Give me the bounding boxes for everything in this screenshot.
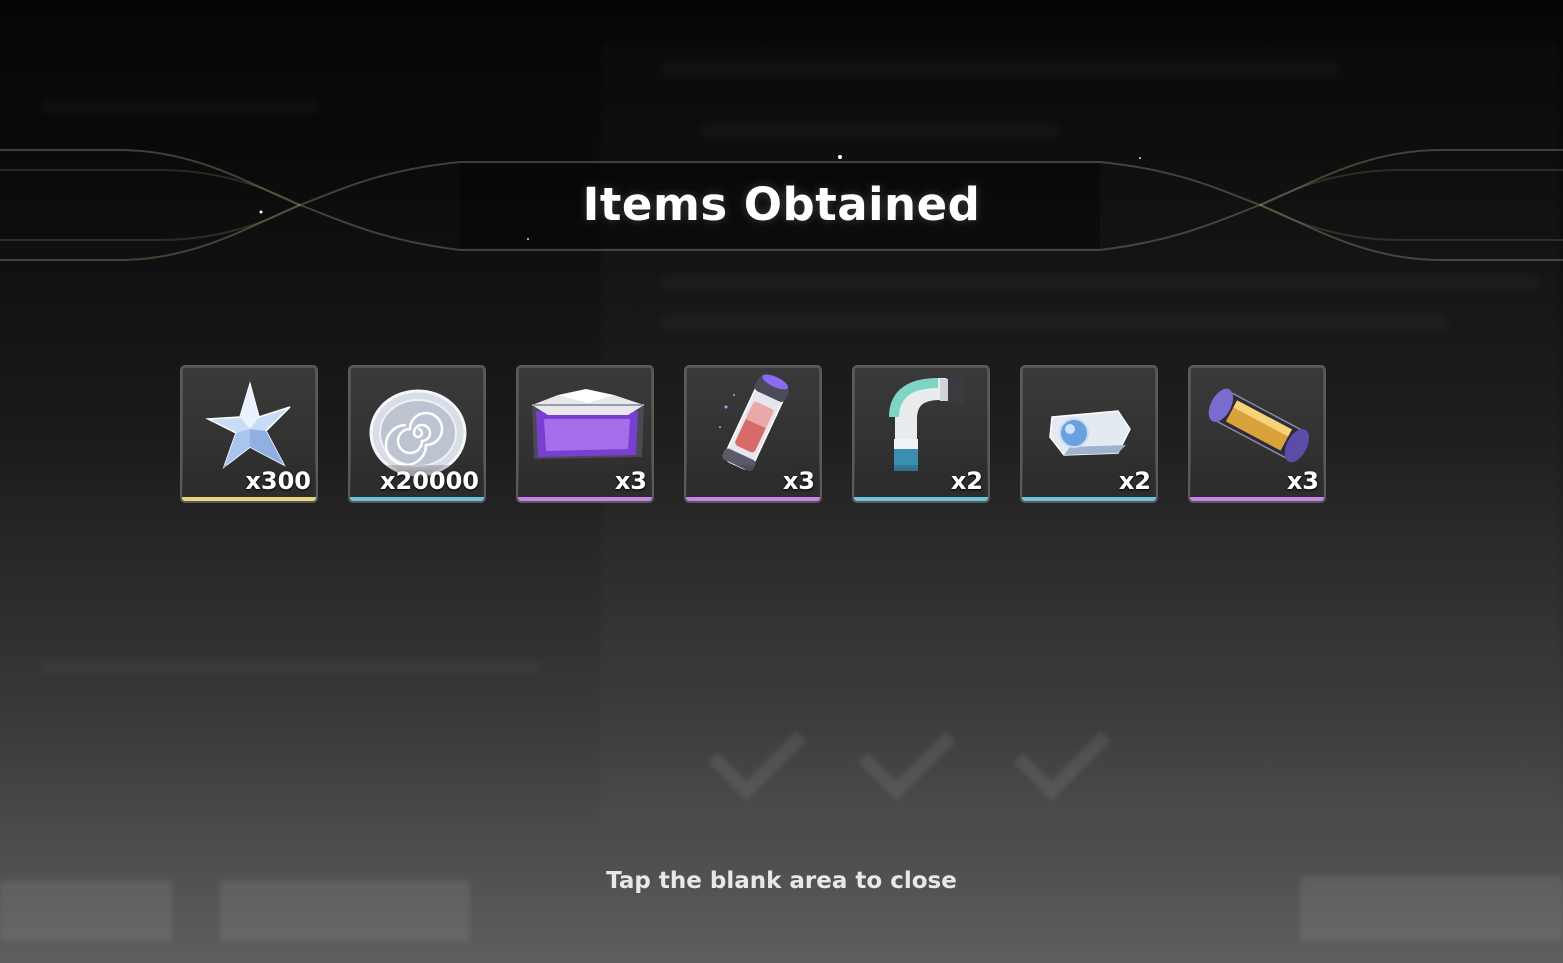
background-text <box>700 124 1060 138</box>
rarity-bar <box>350 497 484 501</box>
item-slot[interactable]: x20000 <box>348 365 486 503</box>
gold-capsule-icon <box>1208 388 1310 463</box>
rarity-bar <box>182 497 316 501</box>
purple-crate-icon <box>532 389 644 459</box>
item-slot[interactable]: x2 <box>1020 365 1158 503</box>
blue-chip-icon <box>1049 410 1131 456</box>
page-title: Items Obtained <box>582 178 981 231</box>
item-count: x3 <box>782 467 815 495</box>
item-slot[interactable]: x3 <box>516 365 654 503</box>
item-count: x2 <box>950 467 983 495</box>
rarity-bar <box>854 497 988 501</box>
item-count: x3 <box>614 467 647 495</box>
item-count: x2 <box>1118 467 1151 495</box>
item-slot[interactable]: x2 <box>852 365 990 503</box>
background-text <box>40 660 540 674</box>
item-count: x20000 <box>380 467 479 495</box>
purple-vial-icon <box>719 374 789 472</box>
item-count: x3 <box>1286 467 1319 495</box>
background-text <box>660 62 1340 76</box>
silver-coin-icon <box>369 389 467 477</box>
star-crystal-icon <box>205 381 291 470</box>
background-text <box>660 275 1540 289</box>
rarity-bar <box>518 497 652 501</box>
rarity-bar <box>1190 497 1324 501</box>
item-count: x300 <box>245 467 311 495</box>
background-text <box>660 315 1450 329</box>
rarity-bar <box>1022 497 1156 501</box>
close-hint[interactable]: Tap the blank area to close <box>0 868 1563 894</box>
teal-pipe-icon <box>889 377 964 471</box>
item-slot[interactable]: x3 <box>684 365 822 503</box>
item-slot[interactable]: x3 <box>1188 365 1326 503</box>
background-text <box>40 100 320 114</box>
items-list: x300 x20000 x3 x3 x2 x2 x3 <box>180 365 1326 503</box>
rarity-bar <box>686 497 820 501</box>
item-slot[interactable]: x300 <box>180 365 318 503</box>
